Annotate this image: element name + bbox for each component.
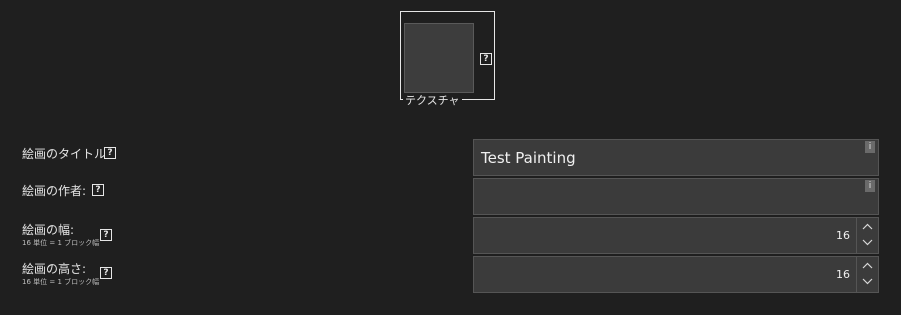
height-field[interactable]: 16 — [473, 256, 879, 293]
help-icon[interactable]: ? — [100, 267, 112, 279]
width-field[interactable]: 16 — [473, 217, 879, 254]
chevron-up-icon[interactable] — [862, 262, 873, 269]
height-sublabel: 16 単位 = 1 ブロック幅 — [22, 278, 100, 286]
title-field[interactable]: Test Painting i — [473, 139, 879, 176]
author-label: 絵画の作者: — [22, 184, 87, 198]
width-stepper[interactable] — [856, 218, 878, 253]
height-label: 絵画の高さ: — [22, 262, 87, 276]
author-field[interactable]: i — [473, 178, 879, 215]
painting-properties-panel: テクスチャ ? 絵画のタイトル: ? Test Painting i 絵画の作者… — [0, 0, 901, 315]
chevron-down-icon[interactable] — [862, 278, 873, 285]
help-icon[interactable]: ? — [100, 229, 112, 241]
info-icon: i — [865, 141, 875, 153]
help-icon[interactable]: ? — [480, 53, 492, 65]
title-label: 絵画のタイトル: — [22, 147, 111, 161]
texture-label: テクスチャ — [403, 94, 462, 108]
width-sublabel: 16 単位 = 1 ブロック幅 — [22, 239, 100, 247]
chevron-down-icon[interactable] — [862, 239, 873, 246]
help-icon[interactable]: ? — [104, 147, 116, 159]
width-label: 絵画の幅: — [22, 223, 75, 237]
info-icon: i — [865, 180, 875, 192]
height-stepper[interactable] — [856, 257, 878, 292]
texture-preview[interactable] — [404, 23, 474, 93]
height-value[interactable]: 16 — [836, 268, 850, 282]
help-icon[interactable]: ? — [92, 184, 104, 196]
title-value[interactable]: Test Painting — [481, 149, 576, 167]
width-value[interactable]: 16 — [836, 229, 850, 243]
chevron-up-icon[interactable] — [862, 223, 873, 230]
